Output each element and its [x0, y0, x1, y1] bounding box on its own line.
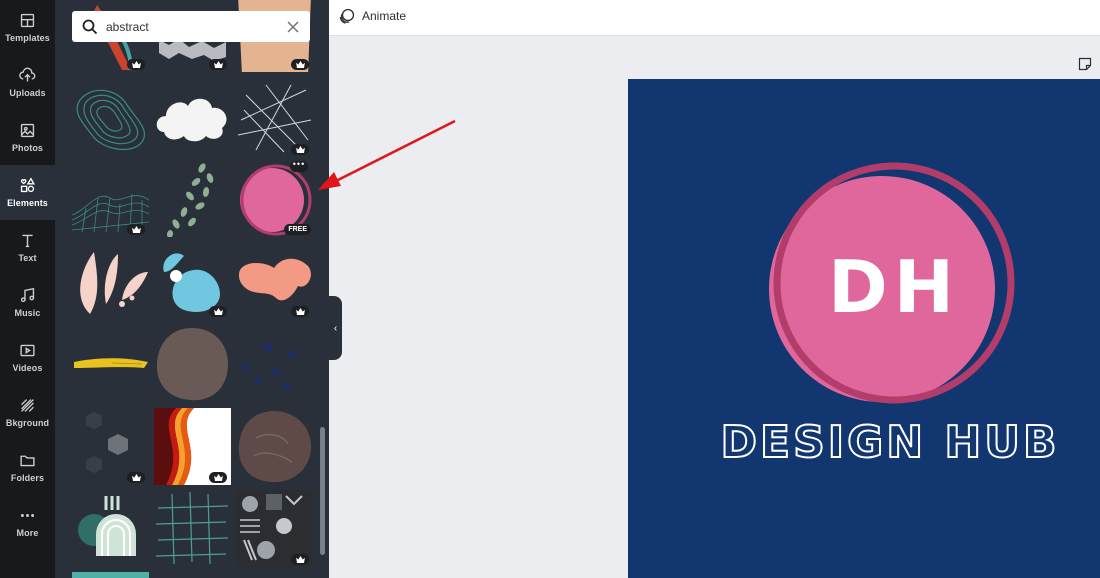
sidebar-item-text[interactable]: Text	[0, 220, 55, 275]
elements-panel: ••• FREE	[55, 0, 329, 578]
crown-icon	[131, 226, 141, 233]
sidebar-item-label: Photos	[11, 143, 44, 153]
search-box	[72, 11, 310, 42]
element-thumbnail[interactable]	[72, 326, 149, 403]
crown-icon	[295, 308, 305, 315]
sidebar-item-templates[interactable]: Templates	[0, 0, 55, 55]
upload-icon	[19, 67, 36, 82]
crown-icon	[295, 61, 305, 68]
photo-icon	[20, 123, 35, 138]
collapse-panel-button[interactable]: ‹	[329, 296, 342, 360]
clear-search-icon[interactable]	[286, 20, 300, 34]
cloud-shape	[156, 98, 227, 142]
sidebar-item-uploads[interactable]: Uploads	[0, 55, 55, 110]
premium-badge	[209, 59, 227, 70]
element-thumbnail[interactable]	[154, 160, 231, 237]
premium-badge	[127, 59, 145, 70]
notes-icon[interactable]	[1078, 57, 1092, 71]
logo-brand-name[interactable]: DESIGN HUB	[720, 415, 1060, 471]
premium-badge	[291, 59, 309, 70]
element-thumbnail[interactable]	[72, 160, 149, 237]
sidebar-item-label: Bkground	[5, 418, 50, 428]
element-thumbnail[interactable]	[154, 326, 231, 403]
sidebar-item-label: Music	[14, 308, 41, 318]
search-icon	[82, 19, 98, 34]
element-thumbnail-pink-circle[interactable]: ••• FREE	[236, 160, 313, 237]
sidebar-item-label: Videos	[12, 363, 43, 373]
folder-icon	[20, 455, 35, 467]
sidebar-item-label: Uploads	[9, 88, 46, 98]
sidebar-item-label: Text	[18, 253, 37, 263]
design-canvas[interactable]: DH DESIGN HUB	[628, 79, 1100, 578]
animate-icon	[339, 8, 355, 24]
sidebar-item-label: Templates	[5, 33, 50, 43]
green-rainbow-arch	[78, 496, 136, 556]
crown-icon	[213, 308, 223, 315]
crown-icon	[295, 556, 305, 563]
crown-icon	[131, 61, 141, 68]
element-thumbnail[interactable]	[236, 490, 313, 567]
premium-badge	[127, 472, 145, 483]
premium-badge	[209, 472, 227, 483]
element-thumbnail[interactable]	[72, 490, 149, 567]
sidebar-item-background[interactable]: Bkground	[0, 385, 55, 440]
taupe-blob	[156, 328, 229, 401]
teal-hatch-grid	[155, 491, 229, 565]
abstract-topographic-lines	[76, 89, 146, 150]
element-thumbnail[interactable]	[154, 242, 231, 319]
templates-icon	[20, 13, 35, 28]
element-thumbnail[interactable]	[236, 326, 313, 403]
background-icon	[21, 399, 34, 412]
premium-badge	[291, 144, 309, 155]
search-input[interactable]	[106, 19, 286, 34]
element-thumbnail[interactable]	[154, 408, 231, 485]
logo-monogram[interactable]: DH	[824, 242, 964, 332]
element-thumbnail[interactable]	[72, 80, 149, 157]
more-options-button[interactable]: •••	[290, 160, 308, 172]
text-icon	[22, 234, 33, 248]
premium-badge	[291, 306, 309, 317]
element-thumbnail[interactable]	[236, 242, 313, 319]
chevron-left-icon: ‹	[333, 322, 338, 334]
crown-icon	[213, 61, 223, 68]
element-thumbnail[interactable]	[236, 408, 313, 485]
element-thumbnail[interactable]	[154, 490, 231, 567]
petal-burst	[80, 252, 148, 314]
premium-badge	[209, 306, 227, 317]
elements-icon	[20, 177, 36, 193]
animate-label: Animate	[362, 9, 407, 23]
element-thumbnail[interactable]	[72, 572, 149, 578]
element-thumbnail[interactable]	[154, 80, 231, 157]
sidebar-item-videos[interactable]: Videos	[0, 330, 55, 385]
element-thumbnail[interactable]	[236, 80, 313, 157]
sidebar-item-label: Folders	[10, 473, 45, 483]
animate-button[interactable]: Animate	[339, 8, 406, 24]
sidebar-item-more[interactable]: More	[0, 495, 55, 550]
editor-toolbar: Animate	[329, 0, 1100, 36]
yellow-brush-stroke	[74, 358, 148, 368]
sidebar-item-elements[interactable]: Elements	[0, 165, 55, 220]
more-dots-icon	[20, 514, 35, 517]
sidebar-item-label: Elements	[7, 198, 48, 208]
sidebar-item-music[interactable]: Music	[0, 275, 55, 330]
sidebar-item-photos[interactable]: Photos	[0, 110, 55, 165]
textured-brown-blob	[238, 410, 312, 483]
crown-icon	[295, 146, 305, 153]
music-icon	[20, 287, 35, 303]
leaf-confetti	[166, 163, 214, 237]
element-thumbnail[interactable]	[72, 408, 149, 485]
premium-badge	[291, 554, 309, 565]
crown-icon	[213, 474, 223, 481]
element-thumbnail[interactable]	[72, 242, 149, 319]
sidebar-item-folders[interactable]: Folders	[0, 440, 55, 495]
panel-scrollbar[interactable]	[320, 427, 325, 555]
left-nav-rail: Templates Uploads Photos Elements Text M…	[0, 0, 55, 578]
sidebar-item-label: More	[16, 528, 39, 538]
premium-badge	[127, 224, 145, 235]
crown-icon	[131, 474, 141, 481]
navy-stars	[240, 340, 298, 391]
video-icon	[20, 344, 35, 357]
free-badge: FREE	[284, 224, 311, 235]
